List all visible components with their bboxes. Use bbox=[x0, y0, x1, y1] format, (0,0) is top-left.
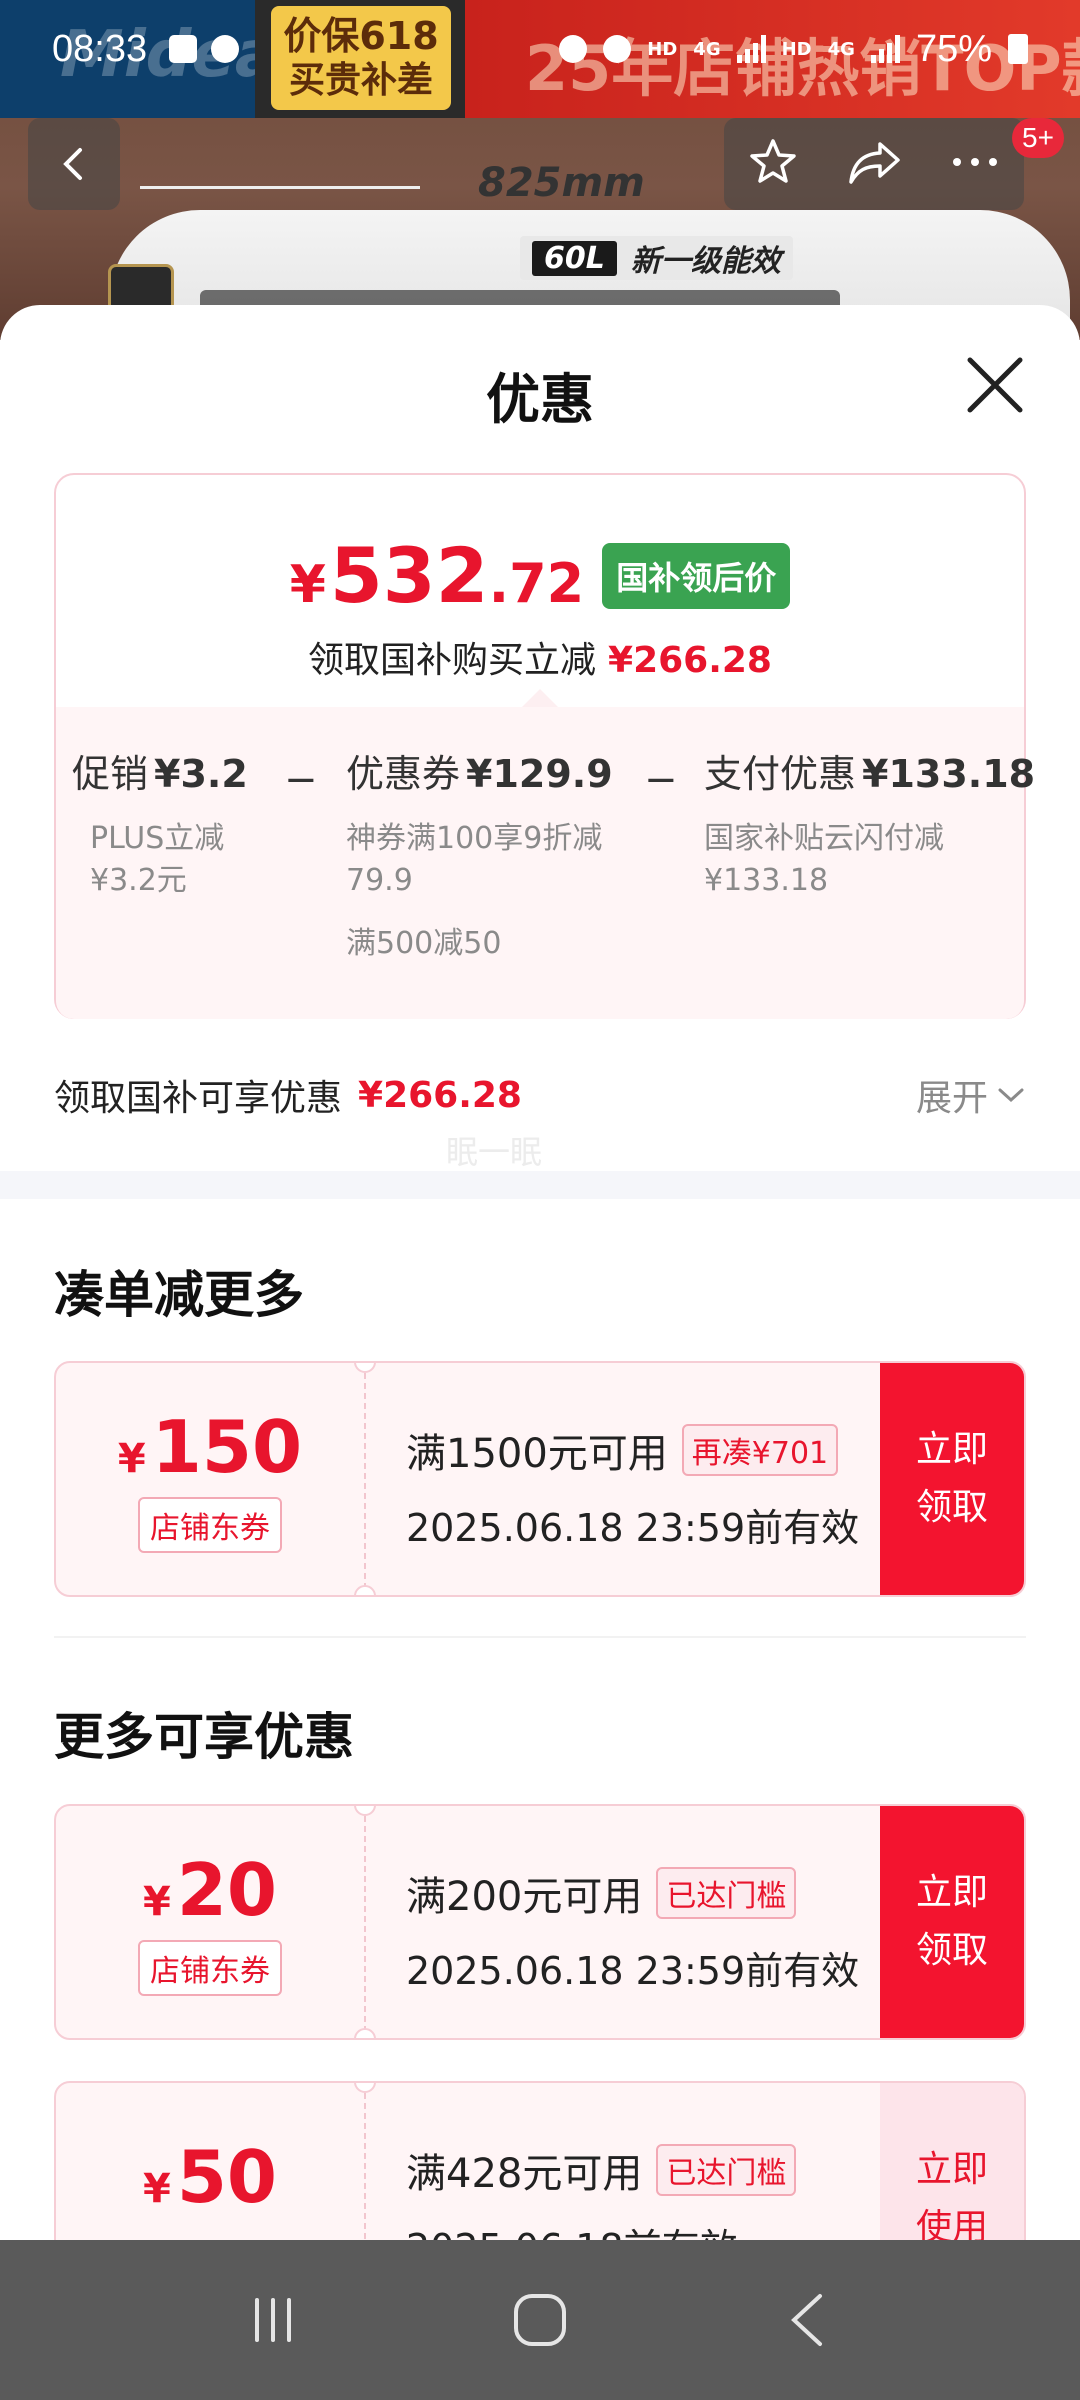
network-label: 4G bbox=[693, 38, 721, 60]
signal-icon bbox=[736, 35, 766, 63]
coupon-divider bbox=[364, 1373, 366, 1589]
status-bar: 08:33 HD 4G HD 4G 75% bbox=[0, 0, 1080, 98]
chevron-left-icon bbox=[63, 148, 82, 180]
clock: 08:33 bbox=[52, 27, 148, 70]
sheet-title: 优惠 bbox=[486, 368, 594, 431]
discount-sheet: 优惠 ¥ 532 .72 国补领后价 领取国补购买立减 ¥266.28 促销 ¥3.… bbox=[0, 305, 1080, 2240]
use-coupon-button[interactable]: 立即使用 bbox=[880, 2083, 1024, 2240]
back-button[interactable] bbox=[28, 118, 120, 210]
coupon-condition: 满428元可用 bbox=[406, 2151, 643, 2197]
subsidy-line: 领取国补购买立减 ¥266.28 bbox=[308, 640, 772, 681]
recycle-icon bbox=[559, 35, 588, 63]
coupon-amount: ¥20 bbox=[142, 1848, 278, 1932]
coupon-validity: 2025.06.18 23:59前有效 bbox=[406, 1506, 860, 1550]
claim-coupon-button[interactable]: 立即领取 bbox=[880, 1806, 1024, 2038]
signal-icon-2 bbox=[870, 35, 900, 63]
coupon-card: ¥20 店铺东券 满200元可用 已达门槛 2025.06.18 23:59前有效… bbox=[54, 1804, 1026, 2040]
message-badge: 5+ bbox=[1012, 118, 1064, 158]
price-summary-card: ¥ 532 .72 国补领后价 领取国补购买立减 ¥266.28 促销 ¥3.2 P… bbox=[54, 473, 1035, 1019]
favorite-button[interactable] bbox=[747, 136, 799, 192]
share-icon bbox=[849, 142, 900, 184]
section-title-bundle: 凑单减更多 bbox=[54, 1266, 304, 1324]
hd-label-2: HD bbox=[781, 38, 812, 60]
minus-sign-2: − bbox=[644, 757, 678, 803]
coupon-type: 店铺东券 bbox=[138, 1940, 282, 1996]
alarm-icon bbox=[603, 35, 632, 63]
home-icon bbox=[513, 2294, 566, 2346]
discount-promotion: 促销 ¥3.2 PLUS立减 ¥3.2元 bbox=[72, 752, 248, 898]
coupon-divider bbox=[364, 1816, 366, 2032]
close-icon[interactable] bbox=[960, 350, 1030, 420]
coupon-validity: 2025.06.18 23:59前有效 bbox=[406, 1949, 860, 1993]
claim-coupon-button[interactable]: 立即领取 bbox=[880, 1363, 1024, 1595]
coupon-amount: ¥50 bbox=[142, 2135, 278, 2219]
app-notification-icon bbox=[211, 35, 240, 63]
hd-label: HD bbox=[647, 38, 678, 60]
coupon-card: ¥50 满428元可用已达门槛 2025.06.18前有效 立即使用 bbox=[54, 2081, 1026, 2240]
coupon-tag: 已达门槛 bbox=[656, 2144, 797, 2196]
coupon-condition: 满1500元可用 bbox=[406, 1431, 668, 1477]
battery-percent: 75% bbox=[915, 27, 992, 70]
section-gap bbox=[0, 1171, 1080, 1199]
coupon-divider bbox=[364, 2093, 366, 2240]
coupon-amount: ¥150 bbox=[117, 1405, 303, 1489]
coupon-tag: 已达门槛 bbox=[656, 1867, 797, 1919]
network-label-2: 4G bbox=[827, 38, 855, 60]
back-nav-button[interactable] bbox=[767, 2280, 847, 2360]
share-button[interactable] bbox=[846, 136, 902, 192]
coupon-type: 店铺东券 bbox=[138, 1497, 282, 1553]
discount-coupon: 优惠券 ¥129.9 神券满100享9折减 79.9 满500减50 bbox=[346, 752, 613, 961]
watermark: 眠一眠 bbox=[446, 1133, 543, 1171]
back-icon bbox=[790, 2294, 822, 2346]
battery-icon bbox=[1008, 34, 1028, 64]
top-actions bbox=[724, 118, 1024, 210]
home-button[interactable] bbox=[500, 2280, 580, 2360]
chevron-down-icon bbox=[998, 1088, 1024, 1103]
more-button[interactable] bbox=[949, 152, 1001, 176]
system-nav-bar bbox=[0, 2240, 1080, 2400]
expand-button[interactable]: 展开 bbox=[916, 1069, 1026, 1121]
national-subsidy-tag: 国补领后价 bbox=[602, 542, 791, 609]
minus-sign: − bbox=[284, 757, 318, 803]
divider bbox=[54, 1636, 1026, 1638]
coupon-tag: 再凑¥701 bbox=[681, 1424, 839, 1476]
recents-icon bbox=[255, 2298, 292, 2342]
coupon-card: ¥150 店铺东券 满1500元可用 再凑¥701 2025.06.18 23:5… bbox=[54, 1361, 1026, 1597]
discount-breakdown: 促销 ¥3.2 PLUS立减 ¥3.2元 − 优惠券 ¥129.9 神券满100享9… bbox=[56, 707, 1035, 1019]
more-icon bbox=[952, 158, 997, 166]
coupon-validity: 2025.06.18前有效 bbox=[406, 2217, 866, 2240]
coupon-condition: 满200元可用 bbox=[406, 1874, 643, 1920]
dimension-line bbox=[140, 186, 420, 189]
final-price: ¥ 532 .72 国补领后价 bbox=[56, 531, 1024, 620]
notification-icon bbox=[169, 35, 198, 63]
section-title-more: 更多可享优惠 bbox=[54, 1708, 354, 1766]
caret-pointer bbox=[522, 689, 558, 707]
recents-button[interactable] bbox=[233, 2280, 313, 2360]
total-discount-row: 领取国补可享优惠 ¥266.28 展开 bbox=[54, 1069, 1026, 1121]
energy-tag: 60L 新一级能效 bbox=[520, 236, 793, 280]
star-icon bbox=[750, 139, 797, 183]
size-label: 825mm bbox=[478, 160, 645, 206]
discount-payment: 支付优惠 ¥133.18 国家补贴云闪付减 ¥133.18 bbox=[704, 752, 1036, 898]
